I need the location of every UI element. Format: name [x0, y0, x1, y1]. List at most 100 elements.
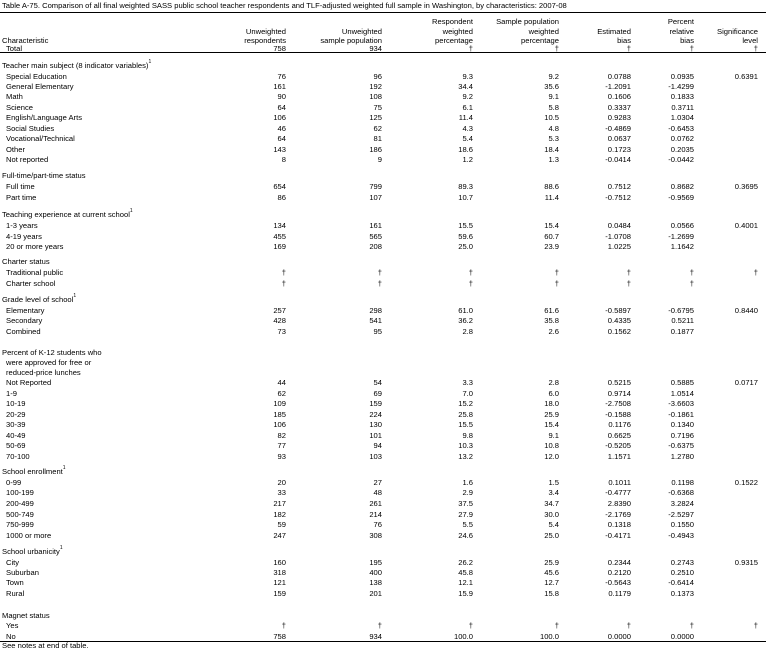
row-label-text: 750-999: [6, 520, 34, 529]
cell-unw-resp: 59: [277, 520, 286, 529]
cell-sig: †: [753, 268, 758, 277]
row-label-text: School urbanicity: [2, 547, 60, 556]
row-label: 100-199: [6, 488, 34, 497]
row-label: Yes: [6, 621, 18, 630]
cell-sig: †: [753, 44, 758, 53]
row-label: Traditional public: [6, 268, 63, 277]
row-label: Combined: [6, 327, 41, 336]
group-label: Teaching experience at current school1: [2, 208, 133, 220]
row-label: 200-499: [6, 499, 34, 508]
row-label-text: Charter status: [2, 257, 50, 266]
row-label-text: Other: [6, 145, 25, 154]
row-label-text: School enrollment: [2, 467, 63, 476]
footnote: See notes at end of table.: [2, 641, 89, 650]
row-label: Full time: [6, 182, 35, 191]
cell-unw-resp: 428: [273, 316, 286, 325]
row-label: Secondary: [6, 316, 42, 325]
row-label: 4-19 years: [6, 232, 42, 241]
row-label-text: 0-99: [6, 478, 22, 487]
cell-rel-bias: †: [689, 279, 694, 288]
row-label-text: General Elementary: [6, 82, 74, 91]
row-label-text: 10-19: [6, 399, 26, 408]
group-label: reduced-price lunches: [6, 368, 81, 377]
row-label: Suburban: [6, 568, 39, 577]
row-label: 40-49: [6, 431, 25, 440]
table-title: Table A-75. Comparison of all final weig…: [2, 1, 567, 10]
cell-sig: 0.8440: [734, 306, 758, 315]
cell-unw-resp: 90: [277, 92, 286, 101]
cell-unw-resp: 318: [273, 568, 286, 577]
cell-unw-resp: 46: [277, 124, 286, 133]
group-label: Full-time/part-time status: [2, 171, 86, 180]
cell-rel-bias: 1.0304: [670, 113, 694, 122]
cell-rel-bias: -0.1861: [668, 410, 694, 419]
column-header-sig: Significance: [717, 26, 758, 36]
cell-unw-resp: 185: [273, 410, 286, 419]
row-label-text: 1-9: [6, 389, 17, 398]
cell-unw-resp: 161: [273, 82, 286, 91]
cell-rel-bias: 0.2510: [670, 568, 694, 577]
column-header-unw-resp: Unweighted: [245, 26, 286, 36]
row-label: 10-19: [6, 399, 25, 408]
cell-sig: 0.6391: [734, 72, 758, 81]
column-header-rel-bias: Percent: [667, 17, 694, 27]
group-label: were approved for free or: [6, 358, 91, 367]
row-label-text: 200-499: [6, 499, 34, 508]
row-label-text: Full-time/part-time status: [2, 171, 86, 180]
row-label-text: 20 or more years: [6, 242, 64, 251]
cell-unw-resp: 82: [277, 431, 286, 440]
row-label-text: English/Language Arts: [6, 113, 82, 122]
cell-rel-bias: 0.1373: [670, 589, 694, 598]
cell-unw-resp: 62: [277, 389, 286, 398]
row-label-text: Social Studies: [6, 124, 55, 133]
row-label: 500-749: [6, 510, 34, 519]
row-label: 70-100: [6, 452, 30, 461]
row-label-text: Part time: [6, 193, 37, 202]
row-label: Not reported: [6, 155, 48, 164]
cell-rel-bias: 0.0000: [670, 632, 694, 641]
row-label-text: Special Education: [6, 72, 67, 81]
row-label-text: 50-69: [6, 441, 26, 450]
column-header-pop-pct: Sample population: [496, 17, 559, 27]
row-label: Elementary: [6, 306, 44, 315]
row-label: Not Reported: [6, 378, 51, 387]
row-label-text: Teaching experience at current school: [2, 210, 130, 219]
row-label-text: Yes: [6, 621, 19, 630]
cell-rel-bias: -3.6603: [668, 399, 694, 408]
row-label: Rural: [6, 589, 24, 598]
row-label-text: 1000 or more: [6, 531, 52, 540]
group-label: Teacher main subject (8 indicator variab…: [2, 60, 151, 71]
row-label: Town: [6, 578, 24, 587]
cell-unw-resp: 247: [273, 531, 286, 540]
row-label: 1-9: [6, 389, 17, 398]
row-label: General Elementary: [6, 82, 74, 91]
row-label-text: Teacher main subject (8 indicator variab…: [2, 61, 149, 70]
row-label: Part time: [6, 193, 36, 202]
row-label: Math: [6, 92, 23, 101]
cell-rel-bias: 0.2035: [670, 145, 694, 154]
row-label-text: Traditional public: [6, 268, 64, 277]
row-label: 1-3 years: [6, 221, 38, 230]
row-label-text: Total: [6, 44, 23, 53]
cell-sig: 0.1522: [734, 478, 758, 487]
cell-unw-resp: 143: [273, 145, 286, 154]
row-label-text: Grade level of school: [2, 295, 74, 304]
cell-unw-resp: 217: [273, 499, 286, 508]
footnote-marker: 1: [129, 208, 133, 214]
cell-unw-resp: 44: [277, 378, 286, 387]
group-label: Grade level of school1: [2, 294, 76, 305]
row-label-text: Secondary: [6, 316, 43, 325]
cell-unw-resp: 76: [277, 72, 286, 81]
row-label: Vocational/Technical: [6, 134, 75, 143]
footnote-marker: 1: [62, 465, 66, 471]
cell-unw-resp: †: [281, 279, 286, 288]
row-label-text: Suburban: [6, 568, 39, 577]
cell-rel-bias: 0.3711: [671, 103, 694, 112]
row-label: No: [6, 632, 16, 641]
title-rule: [0, 12, 766, 13]
cell-unw-resp: †: [281, 621, 286, 630]
cell-rel-bias: -0.4943: [668, 531, 694, 540]
row-label-text: Science: [6, 103, 34, 112]
row-label: 20 or more years: [6, 242, 63, 251]
row-label-text: Combined: [6, 327, 41, 336]
